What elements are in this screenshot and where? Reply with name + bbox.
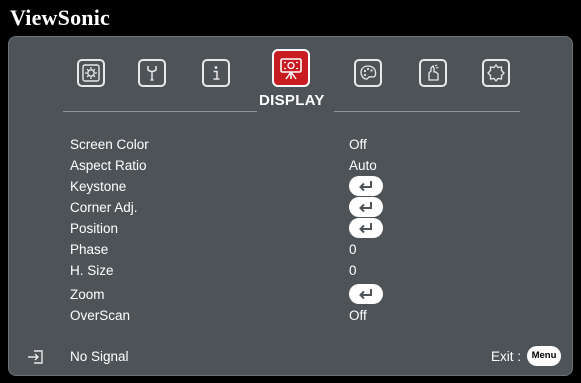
wrench-icon — [147, 66, 157, 81]
tab-basic[interactable] — [138, 59, 166, 87]
enter-icon — [359, 181, 372, 192]
menu-item-corner-adj[interactable]: Corner Adj. — [70, 197, 470, 221]
menu-item-value: Off — [349, 308, 367, 323]
menu-item-aspect-ratio[interactable]: Aspect Ratio Auto — [70, 158, 470, 179]
signal-status: No Signal — [70, 349, 129, 364]
menu-item-label: Keystone — [70, 179, 127, 194]
brand-logo: ViewSonic — [10, 5, 110, 30]
menu-item-overscan[interactable]: OverScan Off — [70, 308, 470, 329]
menu-item-keystone[interactable]: Keystone — [70, 176, 470, 200]
menu-item-label: Aspect Ratio — [70, 158, 147, 173]
menu-item-label: Position — [70, 221, 119, 236]
menu-item-label: Phase — [70, 242, 109, 257]
divider-left — [63, 111, 257, 112]
tab-control[interactable] — [419, 59, 447, 87]
enter-button[interactable] — [349, 284, 383, 304]
tab-display[interactable] — [272, 49, 310, 87]
input-source-icon — [28, 350, 43, 364]
enter-icon — [359, 202, 372, 213]
hand-pointer-icon — [428, 64, 439, 81]
osd-panel: DISPLAY Screen Color Off Aspect Ratio Au… — [8, 36, 573, 376]
advanced-gear-icon — [487, 63, 505, 83]
tab-image-settings[interactable] — [77, 59, 105, 87]
status-bar: No Signal Exit : Menu — [9, 346, 572, 371]
menu-item-label: H. Size — [70, 263, 114, 278]
color-palette-icon — [360, 65, 377, 80]
menu-item-label: Corner Adj. — [70, 200, 138, 215]
menu-item-value: Auto — [349, 158, 377, 173]
menu-item-label: Zoom — [70, 287, 105, 302]
menu-item-screen-color[interactable]: Screen Color Off — [70, 137, 470, 158]
display-icon — [280, 58, 302, 80]
menu-item-label: OverScan — [70, 308, 131, 323]
tab-information[interactable] — [202, 59, 230, 87]
enter-button[interactable] — [349, 176, 383, 196]
menu-item-value: 0 — [349, 242, 357, 257]
menu-tab-bar: DISPLAY — [9, 37, 572, 117]
divider-right — [334, 111, 520, 112]
image-settings-icon — [82, 64, 100, 82]
menu-item-value: 0 — [349, 263, 357, 278]
exit-label: Exit : — [491, 349, 522, 364]
menu-item-label: Screen Color — [70, 137, 149, 152]
osd-frame: ViewSonic DISPLAY Screen Color Off Aspec… — [0, 0, 581, 383]
menu-item-position[interactable]: Position — [70, 218, 470, 242]
menu-item-zoom[interactable]: Zoom — [70, 284, 470, 308]
enter-icon — [359, 223, 372, 234]
tab-advanced[interactable] — [482, 59, 510, 87]
tab-color[interactable] — [354, 59, 382, 87]
information-icon — [213, 66, 220, 80]
page-title: DISPLAY — [259, 92, 325, 109]
menu-item-phase[interactable]: Phase 0 — [70, 242, 470, 263]
menu-item-h-size[interactable]: H. Size 0 — [70, 263, 470, 284]
enter-icon — [359, 289, 372, 300]
enter-button[interactable] — [349, 197, 383, 217]
enter-button[interactable] — [349, 218, 383, 238]
menu-item-value: Off — [349, 137, 367, 152]
menu-button[interactable]: Menu — [527, 346, 561, 366]
